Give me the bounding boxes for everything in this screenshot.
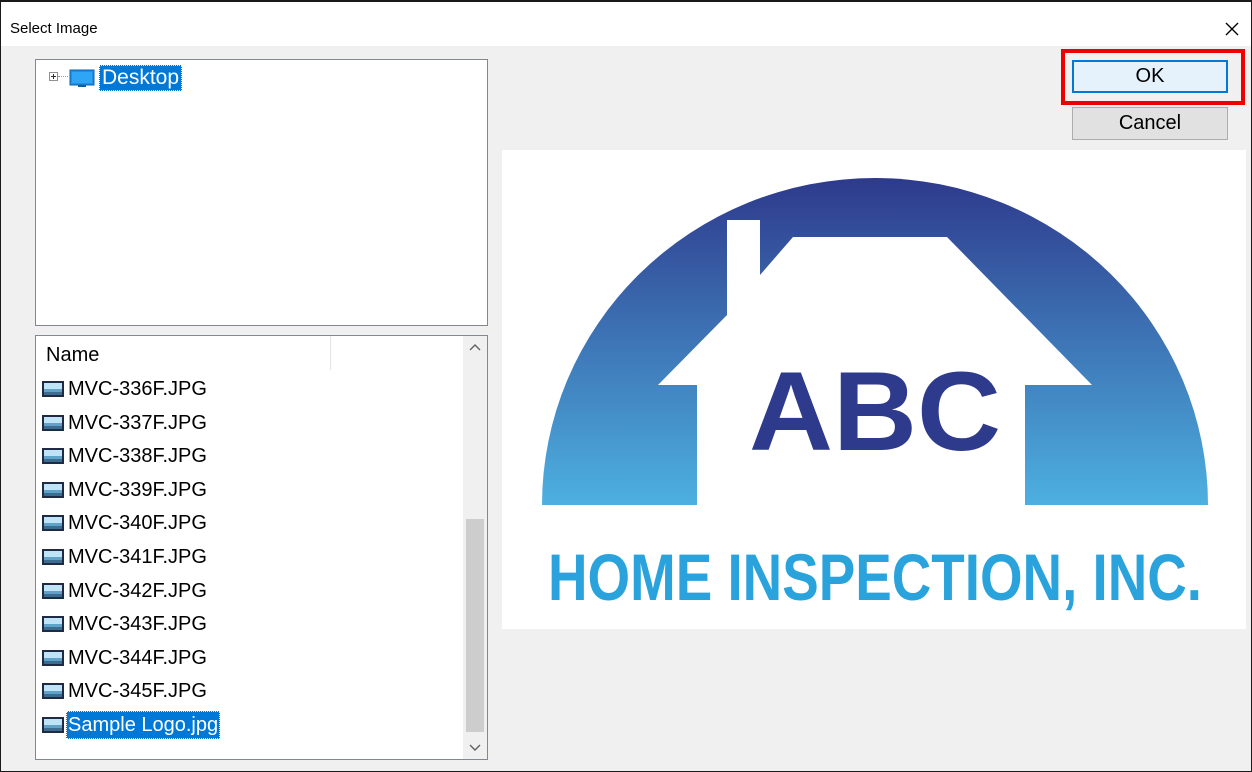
select-image-dialog: Select Image Desktop Name MVC-336F.JPG MV… xyxy=(0,0,1252,772)
tree-connector xyxy=(58,76,68,78)
file-list[interactable]: Name MVC-336F.JPG MVC-337F.JPG MVC-338F.JP… xyxy=(35,335,488,760)
file-name: MVC-345F.JPG xyxy=(68,680,207,703)
scroll-thumb[interactable] xyxy=(466,519,484,732)
file-list-item[interactable]: MVC-337F.JPG xyxy=(42,407,209,439)
vertical-scrollbar[interactable] xyxy=(463,336,487,759)
logo-subtitle-text: HOME INSPECTION, INC. xyxy=(548,540,1202,614)
scroll-up-button[interactable] xyxy=(463,336,487,358)
file-name: MVC-340F.JPG xyxy=(68,512,207,535)
file-list-item[interactable]: MVC-340F.JPG xyxy=(42,507,209,539)
chevron-up-icon xyxy=(469,344,481,351)
close-button[interactable] xyxy=(1217,14,1247,44)
file-name: MVC-339F.JPG xyxy=(68,478,207,501)
image-preview: ABC HOME INSPECTION, INC. xyxy=(502,150,1246,629)
image-file-icon xyxy=(42,717,64,733)
image-file-icon xyxy=(42,683,64,700)
file-list-item[interactable]: MVC-343F.JPG xyxy=(42,608,209,640)
file-name: MVC-336F.JPG xyxy=(68,378,207,400)
tree-expand-plus-icon[interactable] xyxy=(49,72,58,81)
image-file-icon xyxy=(42,448,64,465)
desktop-monitor-icon xyxy=(69,69,95,87)
column-header-label: Name xyxy=(46,344,100,366)
file-list-item[interactable]: MVC-338F.JPG xyxy=(42,440,209,472)
chevron-down-icon xyxy=(469,744,481,751)
folder-tree[interactable]: Desktop xyxy=(35,59,488,326)
image-file-icon xyxy=(42,616,64,633)
file-list-item[interactable]: MVC-336F.JPG xyxy=(42,373,209,405)
file-list-item[interactable]: MVC-341F.JPG xyxy=(42,541,209,573)
image-file-icon xyxy=(42,582,64,599)
file-name: MVC-344F.JPG xyxy=(68,646,207,669)
file-name: MVC-337F.JPG xyxy=(68,411,207,434)
dialog-title: Select Image xyxy=(10,20,98,37)
file-list-item[interactable]: MVC-345F.JPG xyxy=(42,675,209,707)
file-name: MVC-342F.JPG xyxy=(68,579,207,602)
image-file-icon xyxy=(42,381,64,397)
column-header-name[interactable]: Name xyxy=(36,336,331,370)
abc-home-inspection-logo: ABC HOME INSPECTION, INC. xyxy=(542,178,1208,614)
file-name: MVC-343F.JPG xyxy=(68,613,207,636)
image-file-icon xyxy=(42,414,64,431)
file-name: Sample Logo.jpg xyxy=(66,711,221,739)
image-file-icon xyxy=(42,549,64,565)
image-file-icon xyxy=(42,649,64,666)
file-list-item[interactable]: Sample Logo.jpg xyxy=(42,709,221,741)
file-list-item[interactable]: MVC-344F.JPG xyxy=(42,642,209,674)
image-file-icon xyxy=(42,515,64,532)
title-bar: Select Image xyxy=(1,2,1251,46)
tree-item-desktop[interactable]: Desktop xyxy=(99,65,183,91)
file-list-item[interactable]: MVC-339F.JPG xyxy=(42,474,209,506)
close-icon xyxy=(1225,22,1239,36)
image-file-icon xyxy=(42,481,64,498)
scroll-down-button[interactable] xyxy=(463,737,487,759)
logo-abc-text: ABC xyxy=(749,349,1001,474)
file-name: MVC-341F.JPG xyxy=(68,546,207,568)
file-list-item[interactable]: MVC-342F.JPG xyxy=(42,575,209,607)
file-name: MVC-338F.JPG xyxy=(68,445,207,468)
ok-button[interactable]: OK xyxy=(1072,60,1228,93)
cancel-button[interactable]: Cancel xyxy=(1072,107,1228,140)
